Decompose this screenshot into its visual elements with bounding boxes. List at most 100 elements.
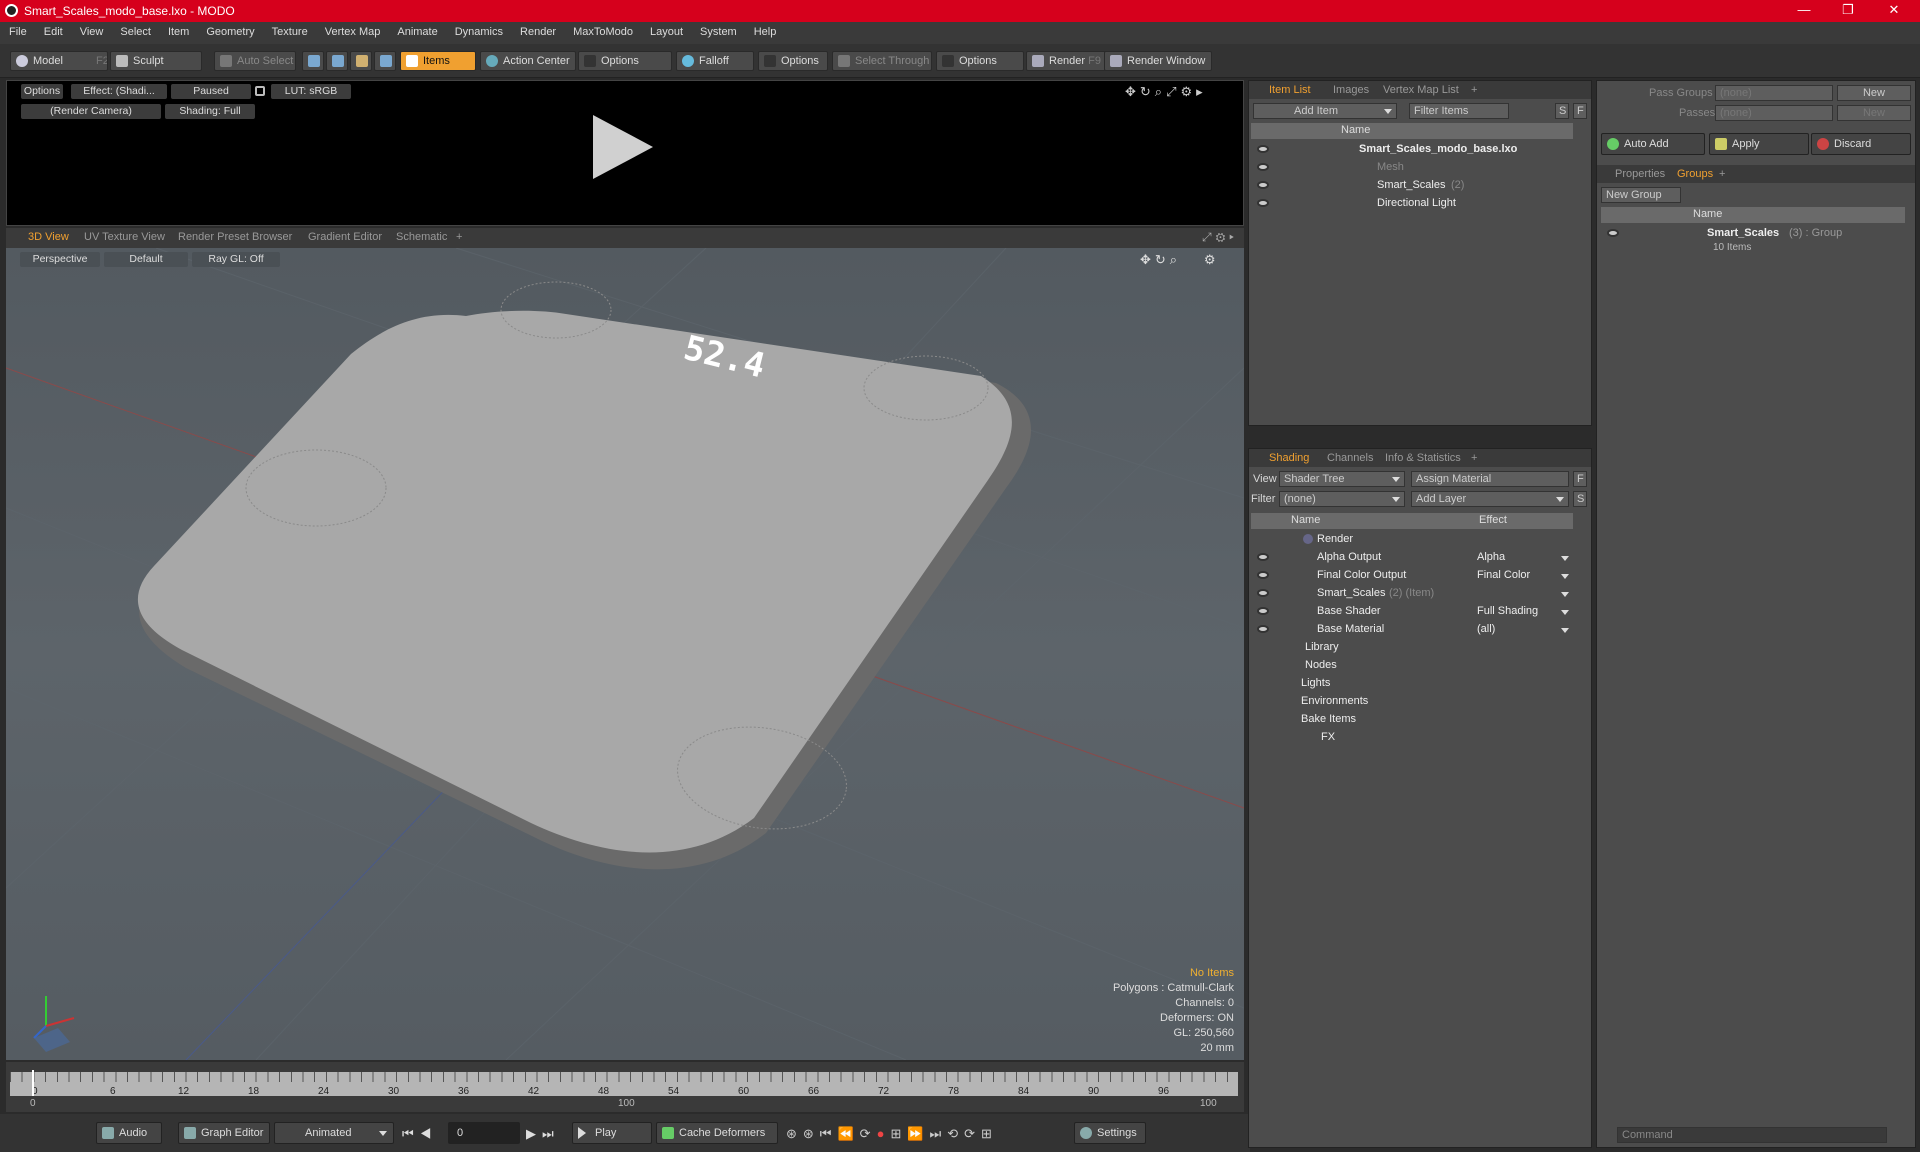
tab-images[interactable]: Images [1333,84,1369,96]
preview-effect-dropdown[interactable]: Effect: (Shadi... [71,84,167,99]
list-item[interactable]: Directional Light [1249,195,1591,213]
raygl-dropdown[interactable]: Ray GL: Off [192,252,280,267]
menu-select[interactable]: Select [111,22,159,38]
model-mode-button[interactable]: Model F2 [10,51,108,71]
tab-item-list[interactable]: Item List [1269,84,1311,96]
graph-editor-button[interactable]: Graph Editor [178,1122,270,1144]
shader-row-library[interactable]: Library [1249,639,1591,657]
s-button[interactable]: S [1555,103,1569,119]
polygon-mode-button[interactable] [350,51,372,71]
new-pass-button[interactable]: New [1837,105,1911,121]
tab-channels[interactable]: Channels [1327,452,1373,464]
shader-row-final-color[interactable]: Final Color Output Final Color [1249,567,1591,585]
filter-items-input[interactable]: Filter Items [1409,103,1509,119]
lut-dropdown[interactable]: LUT: sRGB [271,84,351,99]
menu-view[interactable]: View [71,22,112,38]
add-tab-button[interactable]: + [1719,168,1725,180]
list-item[interactable]: Mesh [1249,159,1591,177]
passes-dropdown[interactable]: (none) [1715,105,1833,121]
list-item[interactable]: Smart_Scales (2) [1249,177,1591,195]
menu-maxtomodo[interactable]: MaxToModo [564,22,641,38]
default-style-dropdown[interactable]: Default [104,252,188,267]
menu-dynamics[interactable]: Dynamics [446,22,511,38]
shading-dropdown[interactable]: Shading: Full [165,104,255,119]
chevron-down-icon[interactable] [1561,610,1569,615]
play-button[interactable]: Play [572,1122,652,1144]
tab-groups[interactable]: Groups [1677,168,1713,180]
preview-nav-icons[interactable]: ✥↻⌕⤢⚙▸ [1125,84,1207,100]
eye-icon[interactable] [1257,163,1269,171]
shader-row-lights[interactable]: Lights [1249,675,1591,693]
menu-vertex-map[interactable]: Vertex Map [316,22,389,38]
tab-schematic[interactable]: Schematic [396,231,447,243]
chevron-down-icon[interactable] [1561,556,1569,561]
3d-viewport[interactable]: 52.4 Perspective Default Ray GL: Off ✥↻⌕… [6,248,1244,1060]
select-through-button[interactable]: Select Through [832,51,932,71]
tab-render-preset-browser[interactable]: Render Preset Browser [178,231,292,243]
settings-button[interactable]: Settings [1074,1122,1146,1144]
eye-icon[interactable] [1257,607,1269,615]
shader-row-nodes[interactable]: Nodes [1249,657,1591,675]
eye-icon[interactable] [1257,571,1269,579]
animated-dropdown[interactable]: Animated [274,1122,394,1144]
pass-groups-dropdown[interactable]: (none) [1715,85,1833,101]
new-pass-group-button[interactable]: New [1837,85,1911,101]
add-tab-button[interactable]: + [456,231,462,243]
shader-row-bake-items[interactable]: Bake Items [1249,711,1591,729]
frame-input[interactable]: 0 [448,1122,520,1144]
shader-row-render[interactable]: Render [1249,531,1591,549]
add-tab-button[interactable]: + [1471,84,1477,96]
render-camera-dropdown[interactable]: (Render Camera) [21,104,161,119]
eye-icon[interactable] [1257,145,1269,153]
preview-options-button[interactable]: Options [21,84,63,99]
action-center-options-button[interactable]: Options [578,51,672,71]
eye-icon[interactable] [1257,181,1269,189]
chevron-down-icon[interactable] [1561,574,1569,579]
add-tab-button[interactable]: + [1471,452,1477,464]
eye-icon[interactable] [1607,229,1619,237]
menu-edit[interactable]: Edit [35,22,71,38]
frame-step-forward-icons[interactable]: ▶⏭ [526,1126,560,1142]
tab-properties[interactable]: Properties [1615,168,1665,180]
discard-button[interactable]: Discard [1811,133,1911,155]
tab-3d-view[interactable]: 3D View [28,231,69,243]
minimize-button[interactable]: — [1790,2,1818,17]
menu-animate[interactable]: Animate [388,22,445,38]
select-through-options-button[interactable]: Options [936,51,1024,71]
playhead[interactable] [32,1070,34,1096]
tab-info-statistics[interactable]: Info & Statistics [1385,452,1461,464]
menu-file[interactable]: File [0,22,35,38]
menu-system[interactable]: System [691,22,745,38]
menu-layout[interactable]: Layout [641,22,691,38]
render-window-button[interactable]: Render Window [1104,51,1212,71]
preview-paused-button[interactable]: Paused [171,84,251,99]
add-layer-dropdown[interactable]: Add Layer [1411,491,1569,507]
filter-dropdown[interactable]: (none) [1279,491,1405,507]
lock-icon[interactable] [255,86,265,96]
eye-icon[interactable] [1257,625,1269,633]
apply-button[interactable]: Apply [1709,133,1809,155]
view-dropdown[interactable]: Shader Tree [1279,471,1405,487]
shader-row-smart-scales[interactable]: Smart_Scales (2) (Item) [1249,585,1591,603]
chevron-down-icon[interactable] [1561,592,1569,597]
eye-icon[interactable] [1257,199,1269,207]
frame-step-back-icons[interactable]: ⏮◀ [402,1126,437,1142]
list-item[interactable]: Smart_Scales_modo_base.lxo [1249,141,1591,159]
perspective-dropdown[interactable]: Perspective [20,252,100,267]
edge-mode-button[interactable] [326,51,348,71]
menu-texture[interactable]: Texture [263,22,316,38]
group-row[interactable]: Smart_Scales (3) : Group 10 Items [1597,225,1915,257]
f-button[interactable]: F [1573,103,1587,119]
timeline-ruler[interactable]: 0 6 12 18 24 30 36 42 48 54 60 66 72 78 … [10,1072,1238,1097]
items-mode-button[interactable]: Items [400,51,476,71]
shader-row-base-material[interactable]: Base Material (all) [1249,621,1591,639]
auto-select-button[interactable]: Auto Select [214,51,296,71]
shader-row-alpha-output[interactable]: Alpha Output Alpha [1249,549,1591,567]
auto-add-button[interactable]: Auto Add [1601,133,1705,155]
viewport-nav-icons[interactable]: ✥↻⌕ ⚙ [1140,252,1220,268]
vertex-mode-button[interactable] [302,51,324,71]
falloff-button[interactable]: Falloff [676,51,754,71]
menu-help[interactable]: Help [745,22,785,38]
eye-icon[interactable] [1257,553,1269,561]
viewport-settings-icon[interactable]: ⤢⚙▸ [1202,230,1238,245]
